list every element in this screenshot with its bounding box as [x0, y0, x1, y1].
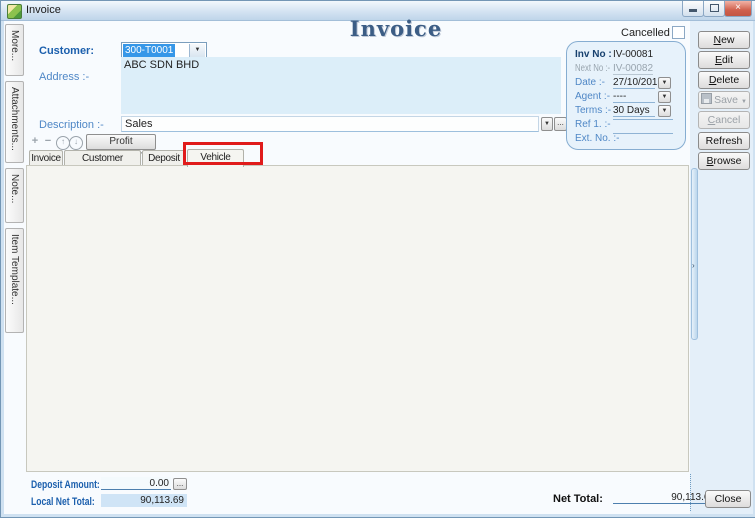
- chevron-down-icon: ▼: [195, 47, 201, 53]
- customer-dropdown-button[interactable]: ▼: [189, 44, 205, 57]
- cancelled-label: Cancelled: [621, 27, 670, 39]
- sidebar-item-item-template[interactable]: Item Template...: [5, 228, 24, 333]
- window-title: Invoice: [26, 4, 61, 16]
- agent-value[interactable]: ----: [613, 91, 655, 103]
- ext-no-label: Ext. No. :-: [575, 133, 619, 144]
- tab-invoice[interactable]: Invoice: [29, 150, 63, 166]
- description-dropdown-button[interactable]: ▼: [541, 117, 553, 131]
- sidebar-item-attachments[interactable]: Attachments...: [5, 81, 24, 163]
- inv-no-label: Inv No :: [575, 49, 612, 60]
- inv-no-value: IV-00081: [613, 49, 653, 60]
- new-button[interactable]: New: [698, 31, 750, 49]
- edit-button[interactable]: Edit: [698, 51, 750, 69]
- remove-row-icon[interactable]: −: [42, 136, 54, 148]
- chevron-down-icon: ▼: [662, 108, 668, 114]
- ellipsis-icon: ...: [557, 118, 564, 127]
- sidebar-item-label: Note...: [9, 174, 20, 203]
- minimize-icon: [689, 9, 697, 12]
- address-label: Address :-: [39, 71, 89, 83]
- invoice-info-panel: Inv No : IV-00081 Next No :- IV-00082 Da…: [566, 41, 686, 150]
- save-button-label: Save: [714, 94, 738, 106]
- sidebar-item-label: Attachments...: [9, 87, 20, 151]
- ellipsis-icon: ...: [177, 479, 184, 488]
- date-dropdown-button[interactable]: ▼: [658, 77, 671, 89]
- net-total-value: 90,113.69: [613, 491, 717, 504]
- cancelled-checkbox[interactable]: [672, 26, 685, 39]
- close-button[interactable]: Close: [705, 490, 751, 508]
- profit-estimator-button[interactable]: Profit Estimator: [86, 134, 156, 150]
- local-net-total-label: Local Net Total:: [31, 496, 95, 508]
- local-net-total-value: 90,113.69: [101, 494, 187, 507]
- chevron-down-icon: ▼: [662, 94, 668, 100]
- sidebar-item-note[interactable]: Note...: [5, 168, 24, 223]
- invoice-window: Invoice × More... Attachments... Note...…: [0, 0, 755, 518]
- chevron-down-icon: ▼: [544, 121, 550, 127]
- chevron-down-icon: ▼: [662, 80, 668, 86]
- description-value: Sales: [125, 118, 153, 130]
- description-label: Description :-: [39, 119, 104, 131]
- maximize-button[interactable]: [703, 1, 725, 17]
- customer-code-value: 300-T0001: [123, 44, 175, 57]
- move-up-icon[interactable]: ↑: [56, 136, 70, 150]
- minimize-button[interactable]: [682, 1, 704, 17]
- agent-label: Agent :-: [575, 91, 610, 102]
- deposit-amount-value[interactable]: 0.00: [101, 477, 171, 490]
- browse-button[interactable]: Browse: [698, 152, 750, 170]
- date-value[interactable]: 27/10/2015: [613, 77, 655, 89]
- close-icon: ×: [735, 2, 741, 13]
- customer-name: ABC SDN BHD: [124, 59, 199, 71]
- page-title: Invoice: [301, 16, 491, 41]
- terms-label: Terms :-: [575, 105, 611, 116]
- refresh-button[interactable]: Refresh: [698, 132, 750, 150]
- chevron-down-icon: ▼: [741, 99, 747, 105]
- agent-dropdown-button[interactable]: ▼: [658, 91, 671, 103]
- sidebar-item-label: Item Template...: [9, 234, 20, 305]
- next-no-value: IV-00082: [613, 63, 653, 75]
- splitter-arrow-icon: ›: [692, 261, 695, 270]
- sidebar-item-more[interactable]: More...: [5, 24, 24, 76]
- terms-dropdown-button[interactable]: ▼: [658, 105, 671, 117]
- close-window-button[interactable]: ×: [724, 1, 752, 17]
- date-label: Date :-: [575, 77, 605, 88]
- annotation-highlight-box: [183, 142, 263, 165]
- cancel-button[interactable]: Cancel: [698, 111, 750, 129]
- sidebar-item-label: More...: [9, 30, 20, 61]
- terms-value[interactable]: 30 Days: [613, 105, 655, 117]
- tab-customer-particular[interactable]: Customer Particular: [64, 150, 141, 166]
- maximize-icon: [710, 4, 719, 12]
- save-button[interactable]: Save ▼: [698, 91, 750, 109]
- deposit-amount-more-button[interactable]: ...: [173, 478, 187, 490]
- description-field[interactable]: Sales: [121, 116, 539, 132]
- move-down-icon[interactable]: ↓: [69, 136, 83, 150]
- save-icon: [701, 93, 712, 104]
- customer-label: Customer:: [39, 45, 94, 57]
- address-box[interactable]: ABC SDN BHD: [121, 57, 561, 114]
- next-no-label: Next No :-: [575, 63, 610, 74]
- tab-deposit-info[interactable]: Deposit Info: [142, 150, 186, 166]
- panel-splitter[interactable]: ›: [691, 168, 698, 340]
- net-total-label: Net Total:: [553, 493, 603, 505]
- add-row-icon[interactable]: +: [29, 136, 41, 148]
- vehicle-detail-panel: [26, 165, 689, 472]
- ext-no-value[interactable]: [613, 133, 673, 134]
- ref1-label: Ref 1. :-: [575, 119, 611, 130]
- ref1-value[interactable]: [613, 119, 673, 120]
- delete-button[interactable]: Delete: [698, 71, 750, 89]
- deposit-amount-label: Deposit Amount:: [31, 479, 100, 491]
- app-icon: [7, 4, 22, 19]
